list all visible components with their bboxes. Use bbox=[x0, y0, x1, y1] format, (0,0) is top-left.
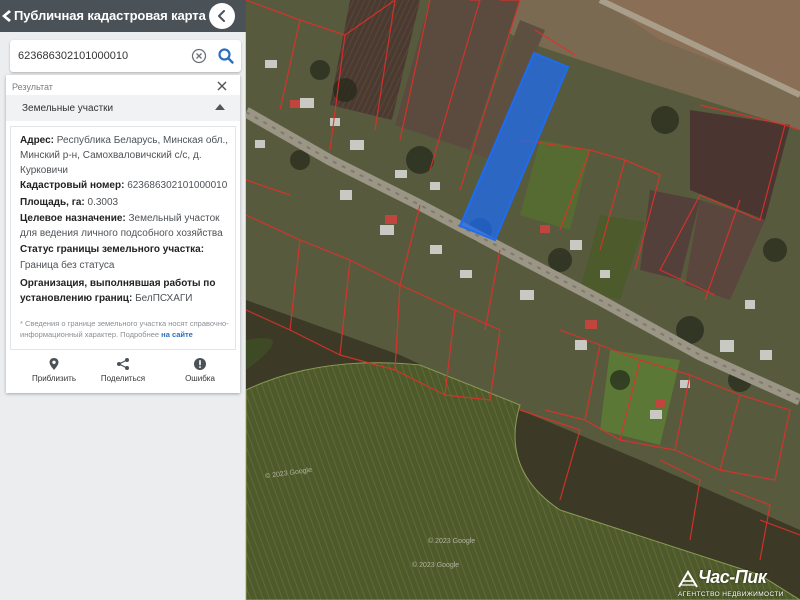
chevron-left-icon bbox=[218, 10, 225, 22]
cadastral-label: Кадастровый номер: bbox=[20, 180, 125, 191]
map-logo-icon bbox=[2, 10, 11, 22]
agency-subtitle: АГЕНТСТВО НЕДВИЖИМОСТИ bbox=[678, 591, 784, 598]
address-row: Адрес: Республика Беларусь, Минская обл.… bbox=[20, 133, 232, 178]
address-label: Адрес: bbox=[20, 135, 54, 146]
agency-name: Час-Пик bbox=[698, 567, 767, 587]
share-button[interactable]: Поделиться bbox=[91, 357, 155, 387]
search-box bbox=[10, 40, 241, 72]
purpose-row: Целевое назначение: Земельный участок дл… bbox=[20, 211, 232, 241]
title-bar: Публичная кадастровая карта bbox=[0, 0, 246, 32]
report-error-label: Ошибка bbox=[185, 374, 215, 383]
disclaimer-text: * Сведения о границе земельного участка … bbox=[20, 319, 229, 339]
report-error-button[interactable]: Ошибка bbox=[168, 357, 232, 387]
share-label: Поделиться bbox=[100, 374, 146, 383]
zoom-to-button[interactable]: Приблизить bbox=[22, 357, 86, 387]
action-bar: Приблизить Поделиться Ошибка bbox=[10, 353, 236, 389]
share-icon bbox=[117, 358, 129, 370]
clear-icon[interactable] bbox=[191, 48, 207, 64]
imagery-credit-3: © 2023 Google bbox=[412, 562, 460, 569]
cadastral-row: Кадастровый номер: 623686302101000010 bbox=[20, 178, 232, 193]
close-icon[interactable] bbox=[215, 79, 229, 93]
purpose-label: Целевое назначение: bbox=[20, 213, 126, 224]
parcel-details: Адрес: Республика Беларусь, Минская обл.… bbox=[10, 126, 236, 350]
result-header: Результат bbox=[12, 82, 53, 92]
search-icon[interactable] bbox=[217, 47, 235, 65]
boundary-row: Статус границы земельного участка: Грани… bbox=[20, 242, 232, 273]
chevron-up-icon bbox=[215, 104, 225, 110]
section-label: Земельные участки bbox=[22, 103, 114, 114]
cadastral-value: 623686302101000010 bbox=[127, 180, 228, 191]
error-icon bbox=[194, 358, 206, 370]
result-card: Результат Земельные участки Адрес: Респу… bbox=[6, 75, 240, 393]
imagery-credit-2: © 2023 Google bbox=[428, 538, 476, 545]
watermark: Час-Пик АГЕНТСТВО НЕДВИЖИМОСТИ bbox=[676, 567, 800, 600]
search-input[interactable] bbox=[18, 48, 188, 64]
location-pin-icon bbox=[49, 358, 59, 370]
zoom-to-label: Приблизить bbox=[32, 374, 76, 383]
organization-value: БелПСХАГИ bbox=[135, 293, 193, 304]
boundary-value: Граница без статуса bbox=[20, 260, 115, 271]
section-land-plots[interactable]: Земельные участки bbox=[6, 95, 240, 121]
app-title: Публичная кадастровая карта bbox=[14, 8, 206, 23]
disclaimer-link[interactable]: на сайте bbox=[161, 330, 193, 339]
disclaimer-note: * Сведения о границе земельного участка … bbox=[20, 318, 232, 340]
agency-logo-icon bbox=[678, 570, 698, 588]
area-label: Площадь, га: bbox=[20, 197, 85, 208]
organization-row: Организация, выполнявшая работы по устан… bbox=[20, 276, 232, 306]
area-row: Площадь, га: 0.3003 bbox=[20, 195, 232, 210]
area-value: 0.3003 bbox=[87, 197, 119, 208]
collapse-panel-button[interactable] bbox=[209, 3, 235, 29]
boundary-label: Статус границы земельного участка: bbox=[20, 244, 205, 255]
